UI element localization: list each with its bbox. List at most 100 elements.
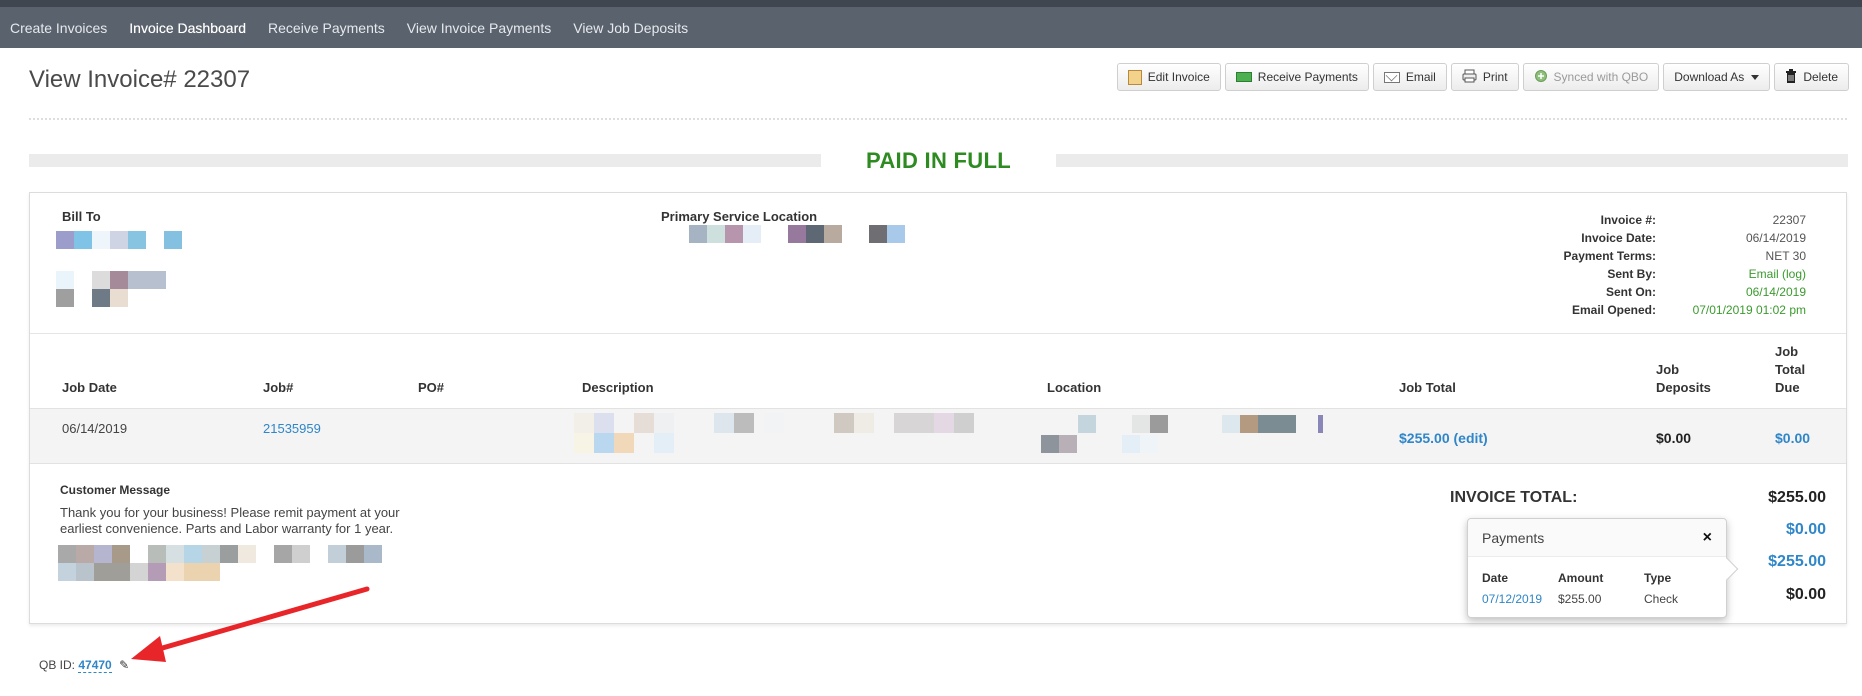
- delete-button[interactable]: Delete: [1774, 63, 1849, 91]
- edit-icon: [1127, 69, 1142, 85]
- meta-row-invoice-date: Invoice Date: 06/14/2019: [1506, 229, 1806, 247]
- nav-view-job-deposits[interactable]: View Job Deposits: [573, 20, 688, 36]
- total-line-2[interactable]: $0.00: [1786, 521, 1826, 539]
- close-icon[interactable]: ×: [1703, 529, 1712, 547]
- edit-invoice-label: Edit Invoice: [1147, 70, 1210, 84]
- th-job-date: Job Date: [62, 380, 117, 395]
- download-as-label: Download As: [1674, 70, 1745, 84]
- invoice-total-value: $255.00: [1768, 489, 1826, 506]
- printer-icon: [1462, 69, 1477, 85]
- meta-row-sent-by: Sent By: Email (log): [1506, 265, 1806, 283]
- payment-date-link[interactable]: 07/12/2019: [1482, 592, 1542, 606]
- trash-icon: [1785, 69, 1797, 85]
- popover-header: Payments ×: [1468, 519, 1726, 557]
- print-button[interactable]: Print: [1450, 63, 1519, 91]
- paid-status-banner: PAID IN FULL: [866, 148, 1011, 173]
- meta-row-sent-on: Sent On: 06/14/2019: [1506, 283, 1806, 301]
- th-location: Location: [1047, 380, 1102, 395]
- job-total-edit-link[interactable]: $255.00 (edit): [1399, 430, 1488, 446]
- nav-create-invoices[interactable]: Create Invoices: [10, 20, 107, 36]
- email-button[interactable]: Email: [1372, 63, 1447, 91]
- payments-header-type: Type: [1644, 571, 1672, 585]
- meta-key: Email Opened:: [1571, 303, 1656, 317]
- job-table-header: Job Date Job# PO# Description Location J…: [30, 343, 1846, 403]
- nav-view-invoice-payments[interactable]: View Invoice Payments: [407, 20, 551, 36]
- customer-message-text: Thank you for your business! Please remi…: [60, 505, 400, 536]
- th-job-deposits-line2: Deposits: [1656, 380, 1711, 395]
- payments-table: Date Amount Type 07/12/2019 $255.00 Chec…: [1468, 557, 1726, 617]
- bill-to-section: Bill To: [62, 209, 101, 224]
- qb-id-link[interactable]: 47470: [78, 658, 112, 673]
- title-separator: [29, 118, 1847, 120]
- meta-row-email-opened: Email Opened: 07/01/2019 01:02 pm: [1506, 301, 1806, 319]
- print-label: Print: [1482, 70, 1508, 84]
- meta-row-payment-terms: Payment Terms: NET 30: [1506, 247, 1806, 265]
- top-nav: Create Invoices Invoice Dashboard Receiv…: [0, 7, 1862, 48]
- status-rule-right: [1056, 154, 1848, 167]
- receive-payments-label: Receive Payments: [1257, 70, 1358, 84]
- sync-icon: [1534, 69, 1548, 85]
- top-navbar: Create Invoices Invoice Dashboard Receiv…: [0, 0, 1862, 48]
- th-job-deposits-line1: Job: [1656, 362, 1680, 377]
- th-job-total-due-line2: Total: [1775, 362, 1806, 377]
- meta-key: Payment Terms:: [1563, 249, 1656, 263]
- caret-down-icon: [1751, 74, 1760, 80]
- th-po-no: PO#: [418, 380, 445, 395]
- download-as-dropdown[interactable]: Download As: [1663, 63, 1771, 91]
- pencil-icon[interactable]: ✎: [119, 658, 129, 672]
- meta-key: Invoice #:: [1600, 213, 1656, 227]
- synced-label: Synced with QBO: [1553, 70, 1649, 84]
- meta-value: NET 30: [1765, 249, 1806, 263]
- th-description: Description: [582, 380, 654, 395]
- qb-id-label: QB ID:: [39, 658, 76, 672]
- synced-with-qbo-button[interactable]: Synced with QBO: [1522, 63, 1660, 91]
- customer-message-label: Customer Message: [60, 483, 171, 497]
- service-location-section: Primary Service Location: [661, 209, 817, 224]
- th-job-total-due-line1: Job: [1775, 344, 1799, 359]
- meta-value: 06/14/2019: [1745, 285, 1806, 299]
- invoice-toolbar: Edit Invoice Receive Payments Email Prin…: [1113, 63, 1849, 91]
- job-deposits-cell: $0.00: [1656, 430, 1692, 446]
- qb-id-row: QB ID: 47470 ✎: [39, 658, 129, 673]
- meta-key: Sent By:: [1607, 267, 1656, 281]
- service-location-label: Primary Service Location: [661, 209, 818, 224]
- nav-invoice-dashboard[interactable]: Invoice Dashboard: [129, 20, 246, 36]
- th-job-total-due-line3: Due: [1775, 380, 1800, 395]
- sent-by-email-log-link[interactable]: Email (log): [1656, 267, 1806, 281]
- th-job-deposits: Job Deposits: [1656, 361, 1711, 397]
- meta-value: 22307: [1772, 213, 1806, 227]
- th-job-no: Job#: [263, 380, 294, 395]
- payments-header-date: Date: [1482, 571, 1509, 585]
- th-job-total-due: Job Total Due: [1775, 343, 1805, 397]
- invoice-total-label: INVOICE TOTAL:: [1450, 489, 1578, 506]
- edit-invoice-button[interactable]: Edit Invoice: [1116, 63, 1221, 91]
- th-job-total: Job Total: [1399, 380, 1456, 395]
- receive-payments-button[interactable]: Receive Payments: [1224, 63, 1369, 91]
- nav-receive-payments[interactable]: Receive Payments: [268, 20, 385, 36]
- email-label: Email: [1405, 70, 1436, 84]
- status-rule-left: [29, 154, 821, 167]
- meta-key: Invoice Date:: [1581, 231, 1656, 245]
- meta-row-invoice-no: Invoice #: 22307: [1506, 211, 1806, 229]
- meta-key: Sent On:: [1606, 285, 1656, 299]
- payments-header-amount: Amount: [1558, 571, 1604, 585]
- popover-title: Payments: [1482, 529, 1545, 546]
- job-date-cell: 06/14/2019: [62, 421, 128, 436]
- envelope-icon: [1383, 71, 1400, 83]
- meta-value: 07/01/2019 01:02 pm: [1692, 303, 1806, 317]
- delete-label: Delete: [1803, 70, 1838, 84]
- meta-value: 06/14/2019: [1745, 231, 1806, 245]
- job-total-due-link[interactable]: $0.00: [1775, 430, 1810, 446]
- payment-type: Check: [1644, 592, 1679, 606]
- header-divider: [30, 333, 1846, 334]
- payments-popover: Payments × Date Amount Type 07/12/2019 $…: [1467, 518, 1739, 618]
- page-title: View Invoice# 22307: [29, 66, 251, 93]
- table-row: 06/14/2019 21535959 $255.00 (edit) $0.00…: [30, 408, 1846, 464]
- payment-amount: $255.00: [1558, 592, 1602, 606]
- total-line-3[interactable]: $255.00: [1768, 553, 1826, 571]
- cash-icon: [1235, 72, 1252, 82]
- bill-to-label: Bill To: [62, 209, 101, 224]
- total-line-4: $0.00: [1785, 586, 1826, 603]
- invoice-meta: Invoice #: 22307 Invoice Date: 06/14/201…: [1506, 211, 1806, 319]
- job-number-link[interactable]: 21535959: [263, 421, 321, 436]
